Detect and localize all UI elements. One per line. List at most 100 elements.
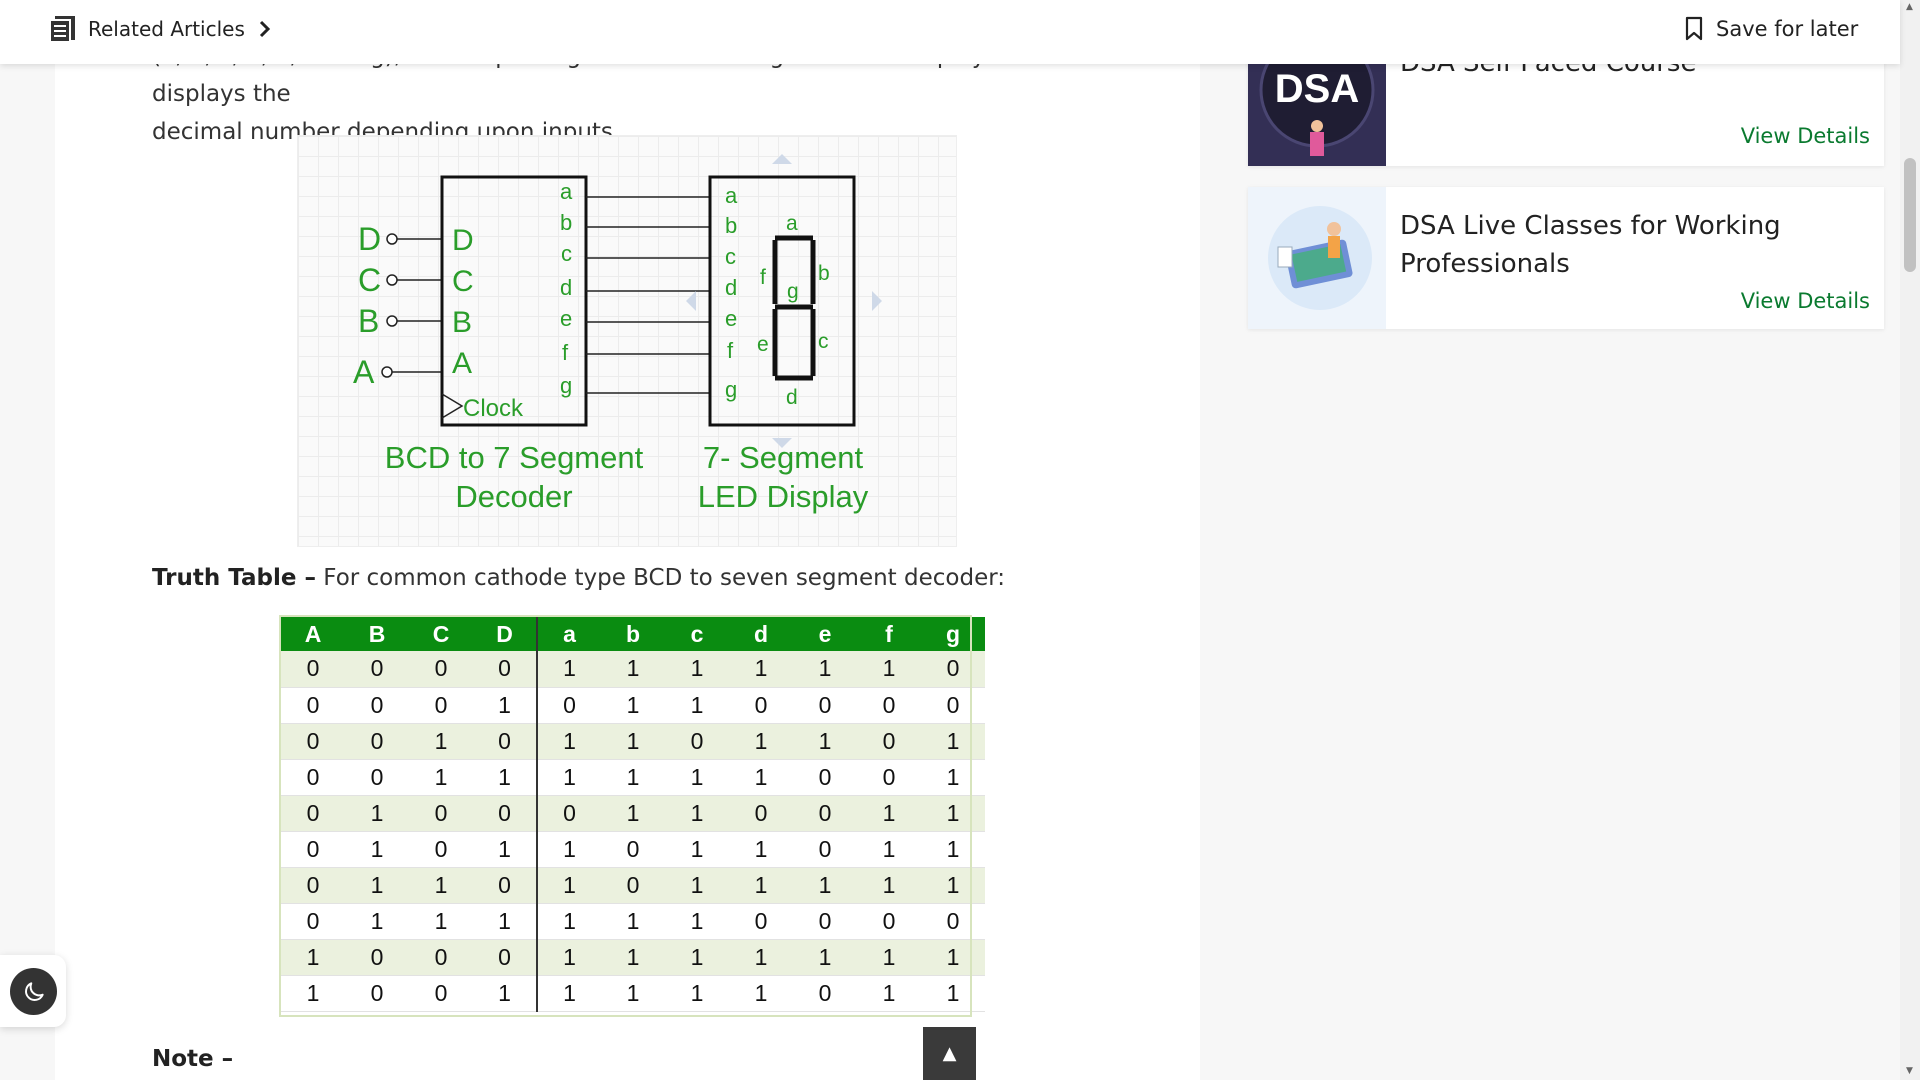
note-heading: Note –	[152, 1046, 234, 1072]
scroll-down-arrow-icon[interactable]: ▼	[1906, 1066, 1913, 1076]
card-title[interactable]: DSA Live Classes for Working Professiona…	[1400, 207, 1781, 283]
table-cell: 1	[729, 975, 793, 1012]
scroll-up-arrow-icon[interactable]: ▲	[1906, 2, 1913, 12]
table-cell: 1	[729, 723, 793, 760]
table-cell: 0	[857, 759, 921, 796]
table-cell: 1	[665, 903, 729, 940]
table-cell: 0	[281, 867, 345, 904]
input-d-terminal	[386, 233, 398, 245]
decoder-clock-label: Clock	[463, 395, 524, 422]
table-cell: 1	[921, 867, 985, 904]
page-scrollbar[interactable]: ▲ ▼	[1900, 0, 1920, 1080]
table-row: 10001111111	[281, 939, 985, 976]
table-cell: 0	[281, 651, 345, 688]
decoder-pin-c: C	[452, 265, 474, 298]
display-in-d: d	[725, 275, 737, 300]
table-cell: 0	[409, 975, 473, 1012]
table-cell: 0	[281, 759, 345, 796]
table-cell: 0	[281, 903, 345, 940]
display-in-e: e	[725, 306, 737, 331]
table-cell: 1	[345, 795, 409, 832]
view-details-link[interactable]: View Details	[1741, 124, 1870, 148]
table-cell: 0	[537, 795, 601, 832]
table-cell: 1	[921, 975, 985, 1012]
table-cell: 1	[729, 939, 793, 976]
diagram-arrow-up	[772, 154, 792, 164]
table-cell: 1	[537, 903, 601, 940]
display-in-b: b	[725, 213, 737, 238]
table-cell: 0	[793, 975, 857, 1012]
segment-label-b: b	[818, 262, 830, 285]
card-title-line2: Professionals	[1400, 249, 1570, 279]
table-cell: 1	[665, 651, 729, 688]
decoder-caption-line1: BCD to 7 Segment	[385, 440, 644, 475]
table-cell: 1	[537, 651, 601, 688]
display-in-a: a	[725, 183, 738, 208]
table-cell: 1	[729, 759, 793, 796]
segment-label-a: a	[786, 212, 798, 235]
scrollbar-thumb[interactable]	[1904, 158, 1916, 272]
dsa-live-thumbnail	[1248, 187, 1386, 329]
segment-label-g: g	[787, 280, 799, 303]
save-for-later-label: Save for later	[1716, 17, 1859, 41]
table-cell: 1	[857, 939, 921, 976]
table-cell: 0	[473, 651, 538, 688]
table-header-cell: C	[409, 617, 473, 651]
decoder-out-b: b	[560, 210, 572, 235]
save-for-later-button[interactable]: Save for later	[1684, 16, 1858, 42]
table-cell: 0	[793, 903, 857, 940]
table-cell: 1	[601, 759, 665, 796]
table-cell: 1	[409, 867, 473, 904]
table-header-cell: d	[729, 617, 793, 651]
table-cell: 1	[537, 867, 601, 904]
table-cell: 1	[473, 831, 538, 868]
table-header-cell: B	[345, 617, 409, 651]
table-cell: 1	[345, 903, 409, 940]
table-cell: 1	[537, 723, 601, 760]
input-a-label: A	[353, 354, 375, 390]
table-cell: 0	[345, 975, 409, 1012]
card-title-line1: DSA Live Classes for Working	[1400, 211, 1781, 241]
table-cell: 0	[793, 687, 857, 724]
table-cell: 1	[857, 831, 921, 868]
input-c-label: C	[358, 262, 381, 298]
table-cell: 1	[473, 687, 538, 724]
decoder-caption-line2: Decoder	[455, 479, 572, 514]
table-cell: 0	[729, 903, 793, 940]
truth-table-caption: Truth Table – For common cathode type BC…	[152, 565, 1005, 591]
truth-table: ABCDabcdefg 0000111111000010110000001011…	[281, 617, 985, 1012]
table-cell: 0	[601, 831, 665, 868]
table-cell: 1	[537, 975, 601, 1012]
table-cell: 1	[793, 723, 857, 760]
seven-segment-digit	[772, 235, 816, 381]
table-header-cell: D	[473, 617, 538, 651]
table-cell: 0	[345, 939, 409, 976]
table-cell: 1	[601, 903, 665, 940]
table-cell: 1	[409, 759, 473, 796]
related-articles-button[interactable]: Related Articles	[48, 14, 275, 44]
table-cell: 0	[409, 687, 473, 724]
diagram-arrow-left	[686, 291, 696, 311]
table-cell: 0	[857, 687, 921, 724]
sidebar-card-dsa-live[interactable]: DSA Live Classes for Working Professiona…	[1248, 187, 1884, 329]
table-cell: 0	[473, 723, 538, 760]
table-cell: 0	[921, 687, 985, 724]
table-cell: 1	[345, 867, 409, 904]
dsa-live-image	[1268, 206, 1372, 310]
table-cell: 0	[537, 687, 601, 724]
view-details-link[interactable]: View Details	[1741, 289, 1870, 313]
table-cell: 0	[921, 651, 985, 688]
related-articles-label: Related Articles	[88, 17, 245, 41]
table-row: 10011111011	[281, 975, 985, 1012]
table-cell: 1	[857, 795, 921, 832]
dark-mode-toggle[interactable]	[10, 968, 57, 1015]
table-cell: 0	[409, 795, 473, 832]
table-row: 00101101101	[281, 723, 985, 760]
dark-mode-panel	[0, 955, 66, 1027]
input-b-label: B	[358, 303, 379, 339]
diagram-svg: D C B A D C B A Clock a b c d e f g a b …	[353, 154, 882, 514]
input-c-terminal	[386, 274, 398, 286]
table-row: 01111110000	[281, 903, 985, 940]
table-cell: 0	[345, 651, 409, 688]
scroll-to-top-button[interactable]: ▲	[923, 1027, 976, 1080]
